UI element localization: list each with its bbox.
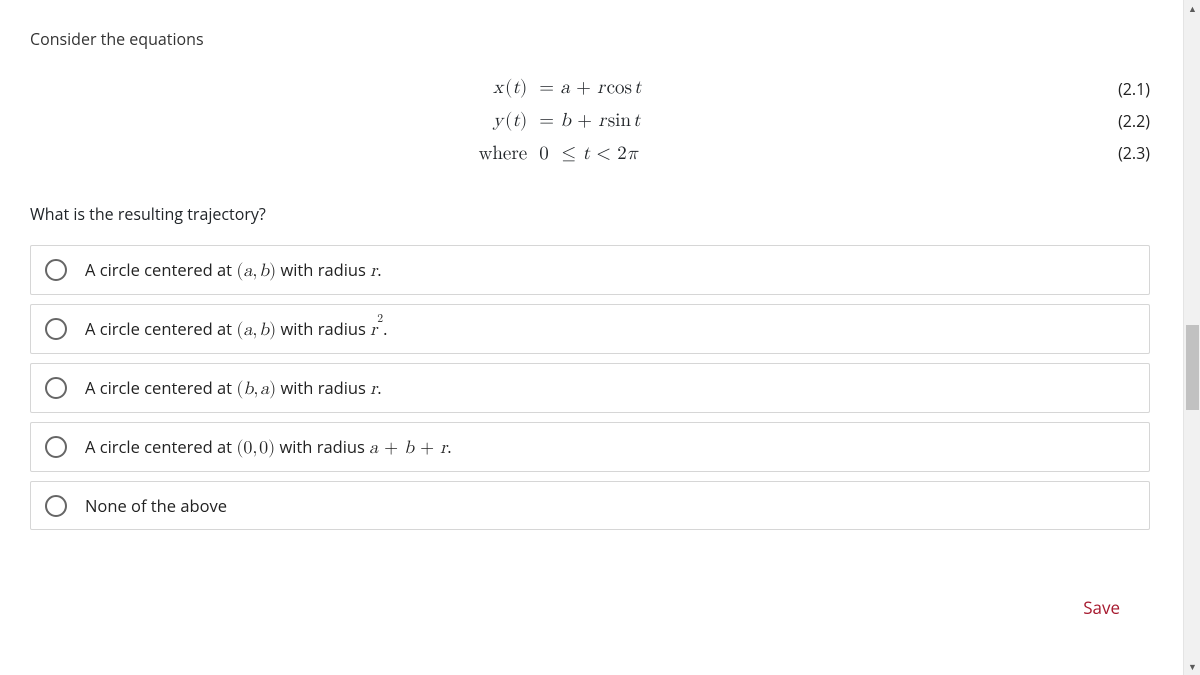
scroll-up-arrow-icon[interactable]: ▲ (1184, 0, 1200, 17)
equation-number: (2.1) (1090, 78, 1150, 100)
option-label: None of the above (85, 494, 227, 517)
option-row[interactable]: A circle centered at (a, b) with radius … (30, 245, 1150, 295)
option-row[interactable]: A circle centered at (b, a) with radius … (30, 363, 1150, 413)
option-row[interactable]: None of the above (30, 481, 1150, 530)
option-label: A circle centered at (0, 0) with radius … (85, 435, 452, 459)
radio-icon[interactable] (45, 318, 67, 340)
equation-block: x (t) = a + r cos t y (t) = b + r sin t wher… (30, 76, 1150, 165)
scroll-viewport[interactable]: Consider the equations x (t) = a + r cos … (0, 0, 1180, 675)
prompt-text: Consider the equations (30, 28, 1150, 50)
equation-lhs: where (479, 142, 528, 165)
radio-icon[interactable] (45, 259, 67, 281)
option-label: A circle centered at (a, b) with radius … (85, 317, 387, 341)
equation-number: (2.2) (1090, 110, 1150, 132)
option-label: A circle centered at (b, a) with radius … (85, 376, 382, 400)
equation-rhs: = a + r cos t (539, 76, 641, 99)
radio-icon[interactable] (45, 436, 67, 458)
question-text: What is the resulting trajectory? (30, 203, 1150, 225)
equation-lhs: x (t) (479, 76, 528, 99)
equation-rhs: 0 ≤ t < 2π (539, 142, 641, 165)
option-row[interactable]: A circle centered at (0, 0) with radius … (30, 422, 1150, 472)
equation-number: (2.3) (1090, 142, 1150, 164)
options-list: A circle centered at (a, b) with radius … (30, 245, 1150, 530)
page-scrollbar[interactable]: ▲ ▼ (1183, 0, 1200, 675)
equation-lhs: y (t) (479, 109, 528, 132)
scrollbar-thumb[interactable] (1186, 325, 1199, 410)
option-row[interactable]: A circle centered at (a, b) with radius … (30, 304, 1150, 354)
scroll-down-arrow-icon[interactable]: ▼ (1184, 658, 1200, 675)
option-label: A circle centered at (a, b) with radius … (85, 258, 382, 282)
radio-icon[interactable] (45, 377, 67, 399)
save-button[interactable]: Save (1073, 590, 1130, 625)
radio-icon[interactable] (45, 495, 67, 517)
equation-rhs: = b + r sin t (539, 109, 641, 132)
